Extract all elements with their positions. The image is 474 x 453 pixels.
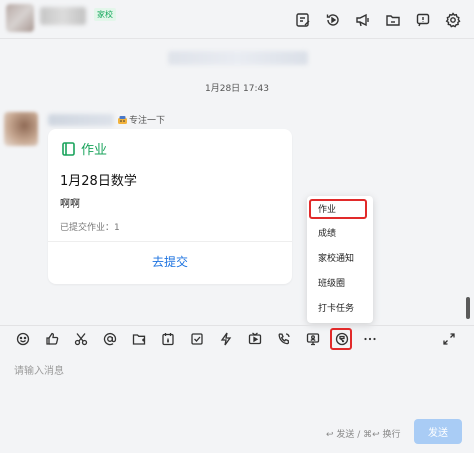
calendar-icon[interactable] (159, 330, 177, 348)
emoji-icon[interactable] (14, 330, 32, 348)
menu-item-school-notice[interactable]: 家校通知 (307, 247, 373, 271)
folder-add-icon[interactable] (130, 330, 148, 348)
checkbox-icon[interactable] (188, 330, 206, 348)
school-app-highlight-box (330, 328, 352, 350)
more-icon[interactable] (361, 330, 379, 348)
scissors-icon[interactable] (72, 330, 90, 348)
megaphone-icon[interactable] (352, 9, 374, 31)
submit-homework-button[interactable]: 去提交 (48, 241, 292, 284)
chat-header: 家校 (0, 0, 474, 40)
flag-icon[interactable] (412, 9, 434, 31)
sender-avatar[interactable] (4, 112, 38, 146)
edit-note-icon[interactable] (292, 9, 314, 31)
chat-avatar[interactable] (6, 4, 34, 32)
chat-window: 家校 1月28日 17:43 专注一下 作业 1月28日数学 啊啊 已提交作业：… (0, 0, 474, 453)
video-icon[interactable] (246, 330, 264, 348)
at-icon[interactable] (101, 330, 119, 348)
sender-name-blurred (48, 114, 114, 126)
phone-icon[interactable] (275, 330, 293, 348)
homework-highlight-box (309, 199, 367, 219)
history-icon[interactable] (322, 9, 344, 31)
menu-item-class-circle[interactable]: 班级圈 (307, 272, 373, 296)
system-message-blurred (168, 51, 308, 65)
folder-icon[interactable] (382, 9, 404, 31)
focus-emoji-icon (118, 115, 127, 124)
message-timestamp: 1月28日 17:43 (205, 84, 269, 94)
expand-icon[interactable] (441, 331, 457, 347)
menu-item-grades[interactable]: 成绩 (307, 222, 373, 246)
menu-item-checkin-task[interactable]: 打卡任务 (307, 297, 373, 321)
homework-book-icon (62, 141, 75, 156)
chat-name-blurred (40, 7, 86, 25)
send-shortcut-hint: ↩ 发送 / ⌘↩ 换行 (326, 430, 401, 440)
header-toolbar (292, 9, 464, 31)
send-button[interactable]: 发送 (414, 419, 462, 444)
sender-status-text: 专注一下 (129, 116, 166, 126)
scrollbar-thumb[interactable] (466, 297, 470, 319)
sender-status: 专注一下 (117, 113, 165, 126)
message-input[interactable] (14, 362, 454, 402)
gear-icon[interactable] (442, 9, 464, 31)
group-tag: 家校 (94, 8, 116, 21)
homework-card[interactable]: 作业 1月28日数学 啊啊 已提交作业：1 去提交 (48, 129, 292, 284)
composer-divider (0, 325, 474, 326)
lightning-icon[interactable] (217, 330, 235, 348)
card-submitted-count: 已提交作业：1 (60, 223, 120, 233)
card-title: 1月28日数学 (60, 174, 137, 189)
header-divider (0, 38, 474, 39)
thumbs-up-icon[interactable] (43, 330, 61, 348)
screen-share-icon[interactable] (304, 330, 322, 348)
card-type-label: 作业 (81, 143, 108, 158)
card-header: 作业 (62, 139, 107, 158)
card-description: 啊啊 (60, 199, 80, 210)
